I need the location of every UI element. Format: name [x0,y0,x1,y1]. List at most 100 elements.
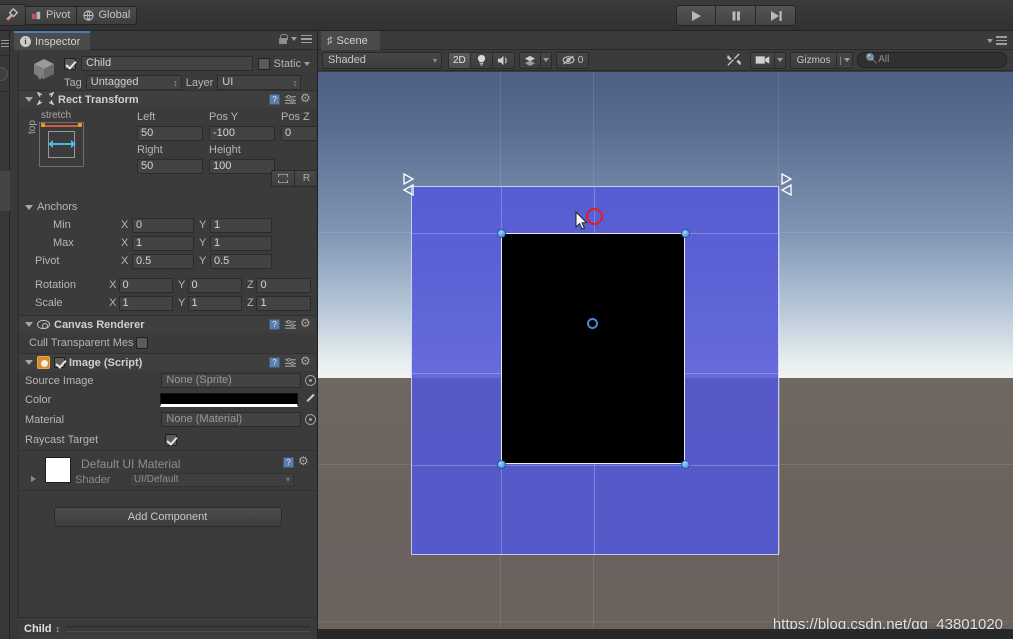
scene-tabbar: ♯ Scene [318,31,1013,50]
rotation-x-field[interactable]: 0 [118,277,174,293]
height-field[interactable]: 100 [209,159,275,174]
resize-handle-top-left[interactable] [496,228,506,238]
eyedropper-icon[interactable] [303,392,316,408]
lock-icon[interactable] [279,34,288,44]
blueprint-mode-button[interactable] [271,170,295,187]
resize-handle-bottom-left[interactable] [496,459,506,469]
gameobject-enabled-checkbox[interactable] [64,57,76,70]
info-icon: i [20,36,31,47]
scene-viewport[interactable]: https://blog.csdn.net/qq_43801020 [318,72,1013,639]
step-button[interactable] [756,5,796,26]
anchor-gizmo-left[interactable] [400,171,416,197]
toggle-audio-button[interactable] [492,51,515,69]
scale-x-field[interactable]: 1 [118,295,174,311]
pause-button[interactable] [716,5,756,26]
rect-transform-icon [36,90,55,108]
resize-handle-bottom-right[interactable] [680,459,690,469]
anchors-label: Anchors [37,201,78,213]
pivot-mode-button[interactable]: Pivot [24,5,78,25]
tab-scene[interactable]: ♯ Scene [321,31,380,50]
help-icon-4[interactable]: ? [283,457,294,468]
posy-field[interactable]: -100 [209,126,275,141]
help-icon[interactable]: ? [269,94,280,105]
scene-search-input[interactable]: 🔍All [856,52,1008,68]
rect-transform-foldout-icon[interactable] [25,97,33,102]
chevron-down-icon-3 [542,58,549,62]
anchors-foldout-row[interactable]: Anchors [19,198,316,216]
left-field[interactable]: 50 [137,126,203,141]
image-script-header[interactable]: Image (Script) ? [19,354,316,371]
toggle-fx-button[interactable] [518,51,541,69]
preset-icon-3[interactable] [285,357,296,368]
draw-mode-dropdown[interactable]: Shaded [322,51,442,69]
pivot-x-field[interactable]: 0.5 [132,253,194,269]
source-image-picker-icon[interactable] [305,375,316,386]
anchors-max-y-field[interactable]: 1 [210,235,272,251]
gameobject-name-field[interactable]: Child [81,56,254,71]
help-icon-2[interactable]: ? [269,319,280,330]
scene-camera-dropdown[interactable] [774,51,786,69]
pivot-y-field[interactable]: 0.5 [210,253,272,269]
material-field[interactable]: None (Material) [161,412,301,427]
raycast-target-checkbox[interactable] [165,433,177,446]
image-script-foldout-icon[interactable] [25,360,33,365]
scene-camera-button[interactable] [749,51,775,69]
source-image-field[interactable]: None (Sprite) [161,373,301,388]
transform-tools-icon[interactable] [0,4,26,26]
pivot-handle[interactable] [587,318,598,329]
resize-handle-top-right[interactable] [680,228,690,238]
cull-transparent-checkbox[interactable] [135,337,148,349]
footer-updown-icon[interactable]: ↕ [56,624,61,634]
scene-tools-button[interactable] [722,52,746,69]
scene-panel-menu-icon[interactable] [996,36,1007,45]
chevron-down-icon-2[interactable] [987,38,993,43]
gizmos-dropdown[interactable]: | [837,51,853,69]
scale-z-field[interactable]: 1 [256,295,311,311]
layer-dropdown[interactable]: UI [217,75,302,90]
gear-icon-4[interactable] [298,454,310,468]
rotation-z-field[interactable]: 0 [256,277,311,293]
preset-icon-2[interactable] [285,319,296,330]
anchors-min-x-field[interactable]: 0 [132,217,194,233]
toggle-lighting-button[interactable] [470,51,493,69]
help-icon-3[interactable]: ? [269,357,280,368]
material-picker-icon[interactable] [305,414,316,425]
toggle-2d-button[interactable]: 2D [448,51,471,69]
add-component-area: Add Component [19,491,316,527]
raw-edit-button[interactable]: R [295,170,316,187]
gear-icon-3[interactable] [300,354,312,368]
chevron-down-icon[interactable] [291,37,297,41]
static-checkbox[interactable] [258,57,271,70]
shader-dropdown[interactable]: UI/Default [129,473,294,487]
global-mode-button[interactable]: Global [77,5,138,25]
rail-menu-icon[interactable] [1,40,9,47]
add-component-button[interactable]: Add Component [53,507,282,527]
gear-icon[interactable] [300,91,312,105]
canvas-renderer-foldout-icon[interactable] [25,322,33,327]
panel-menu-icon[interactable] [301,34,312,44]
hidden-objects-button[interactable]: 0 [555,51,590,69]
fx-dropdown-button[interactable] [540,51,552,69]
static-dropdown-chevron-icon[interactable] [304,61,310,66]
play-button[interactable] [676,5,716,26]
tab-inspector[interactable]: i Inspector [14,31,91,50]
anchors-min-y-field[interactable]: 1 [210,217,272,233]
rect-transform-header[interactable]: Rect Transform ? [19,90,316,108]
anchors-max-x-field[interactable]: 1 [132,235,194,251]
preset-icon[interactable] [285,94,296,105]
posz-field[interactable]: 0 [281,126,316,141]
color-swatch[interactable] [160,393,298,407]
anchor-gizmo-right[interactable] [778,171,794,197]
anchor-preset-widget[interactable] [39,122,84,167]
rail-scroll-thumb[interactable] [0,171,10,211]
scale-y-field[interactable]: 1 [187,295,242,311]
gear-icon-2[interactable] [300,316,312,330]
image-enabled-checkbox[interactable] [54,357,65,368]
rotation-y-field[interactable]: 0 [187,277,242,293]
canvas-renderer-header[interactable]: Canvas Renderer ? [19,316,316,333]
gizmos-button[interactable]: Gizmos [789,51,838,69]
anchors-foldout-icon[interactable] [25,204,33,210]
tag-dropdown[interactable]: Untagged [85,75,182,90]
material-foldout-icon[interactable] [31,476,36,482]
right-field[interactable]: 50 [137,159,203,174]
